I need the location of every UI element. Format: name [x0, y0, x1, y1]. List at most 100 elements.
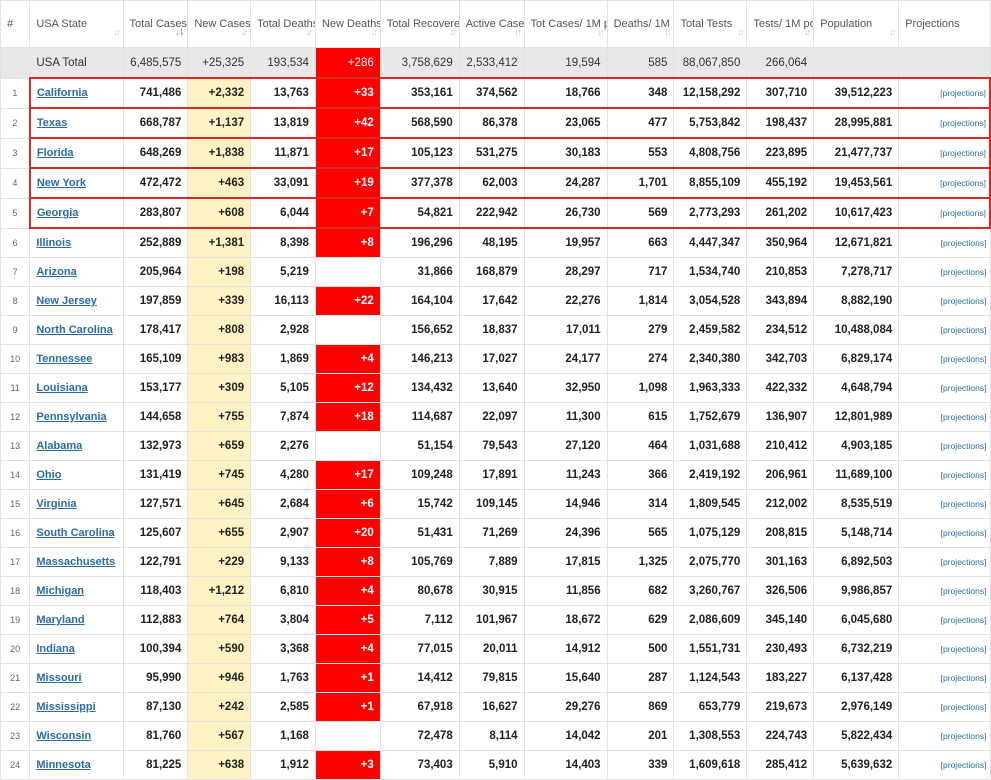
column-header-total-deaths[interactable]: Total Deaths ↓↑: [250, 0, 316, 48]
projections-link[interactable]: [projections]: [941, 557, 987, 567]
new-deaths-cell: +22: [314, 286, 381, 316]
projections-link[interactable]: [projections]: [940, 178, 986, 188]
column-header-state[interactable]: USA State ↓↑: [29, 0, 124, 48]
tests-per-1m-cell: 455,192: [746, 167, 815, 199]
projections-link[interactable]: [projections]: [941, 354, 987, 364]
column-header-total-tests[interactable]: Total Tests ↓↑: [673, 0, 748, 48]
state-link[interactable]: Tennessee: [36, 353, 92, 365]
state-link[interactable]: New York: [37, 177, 86, 189]
table-row: 9 North Carolina 178,417 +808 2,928 156,652 18…: [0, 315, 991, 345]
projections-link[interactable]: [projections]: [940, 148, 986, 158]
state-link[interactable]: Michigan: [36, 585, 84, 597]
state-link[interactable]: Indiana: [36, 643, 75, 655]
state-link[interactable]: Texas: [37, 117, 67, 129]
state-link[interactable]: Massachusetts: [36, 556, 115, 568]
state-link[interactable]: Alabama: [36, 440, 82, 452]
state-link[interactable]: Wisconsin: [36, 730, 91, 742]
column-header-new-cases[interactable]: New Cases ↓↑: [187, 0, 252, 48]
column-header-total-recovered[interactable]: Total Recovered ↓↑: [379, 0, 460, 48]
projections-link[interactable]: [projections]: [941, 470, 987, 480]
state-link[interactable]: Florida: [37, 147, 74, 159]
projections-link[interactable]: [projections]: [941, 238, 987, 248]
projections-link[interactable]: [projections]: [941, 615, 987, 625]
active-cases-cell: 79,815: [458, 663, 525, 693]
sort-icon[interactable]: ↓↑: [664, 25, 671, 39]
state-link[interactable]: Virginia: [36, 498, 76, 510]
column-header-active-cases[interactable]: Active Cases ↓↑: [458, 0, 525, 48]
active-cases-cell: 8,114: [458, 721, 525, 751]
projections-link[interactable]: [projections]: [941, 644, 987, 654]
column-header-cases-1m[interactable]: Tot Cases/ 1M pop↓↑: [523, 0, 608, 48]
projections-link[interactable]: [projections]: [941, 586, 987, 596]
projections-link[interactable]: [projections]: [941, 296, 987, 306]
state-link[interactable]: Mississippi: [36, 701, 95, 713]
column-header-population[interactable]: Population ↓↑: [813, 0, 900, 48]
sort-icon[interactable]: ↓↑: [515, 25, 522, 39]
projections-link[interactable]: [projections]: [941, 499, 987, 509]
new-cases-cell: +1,838: [187, 137, 252, 169]
tests-per-1m-cell: 345,140: [746, 605, 815, 635]
total-deaths-cell: 3,804: [250, 605, 316, 635]
sort-icon[interactable]: ↓↑: [598, 25, 605, 39]
state-link[interactable]: California: [37, 87, 88, 99]
sort-icon[interactable]: ↓↑: [114, 25, 121, 39]
projections-link[interactable]: [projections]: [941, 702, 987, 712]
state-link[interactable]: Pennsylvania: [36, 411, 106, 423]
projections-link[interactable]: [projections]: [941, 267, 987, 277]
total-tests-cell: 5,753,842: [673, 107, 748, 139]
state-link[interactable]: Louisiana: [36, 382, 87, 394]
deaths-per-1m-cell: 717: [606, 257, 675, 287]
sort-descending-icon[interactable]: ↓⇂: [175, 25, 185, 39]
projections-cell: [projections]: [898, 489, 991, 519]
active-cases-cell: 222,942: [458, 197, 525, 229]
projections-link[interactable]: [projections]: [941, 325, 987, 335]
projections-link[interactable]: [projections]: [941, 731, 987, 741]
projections-link[interactable]: [projections]: [941, 412, 987, 422]
state-link[interactable]: Ohio: [36, 469, 61, 481]
state-link[interactable]: South Carolina: [36, 527, 114, 539]
cases-per-1m-cell: 15,640: [523, 663, 608, 693]
total-recovered-cell: 7,112: [379, 605, 460, 635]
projections-link[interactable]: [projections]: [941, 673, 987, 683]
projections-link[interactable]: [projections]: [941, 760, 987, 770]
projections-link[interactable]: [projections]: [941, 528, 987, 538]
sort-icon[interactable]: ↓↑: [804, 25, 811, 39]
column-header-new-deaths[interactable]: New Deaths ↓↑: [314, 0, 381, 48]
sort-icon[interactable]: ↓↑: [371, 25, 378, 39]
state-link[interactable]: Illinois: [36, 237, 71, 249]
column-header-tests-1m[interactable]: Tests/ 1M pop↓↑: [746, 0, 815, 48]
new-cases-cell: +567: [187, 721, 252, 751]
state-link[interactable]: Maryland: [36, 614, 84, 626]
table-row: 15 Virginia 127,571 +645 2,684 +6 15,742 109,14…: [0, 489, 991, 519]
state-link[interactable]: Minnesota: [36, 759, 90, 771]
state-link[interactable]: North Carolina: [36, 324, 112, 336]
total-tests-cell: 1,752,679: [673, 402, 748, 432]
sort-icon[interactable]: ↓↑: [889, 25, 896, 39]
projections-link[interactable]: [projections]: [940, 208, 986, 218]
projections-link[interactable]: [projections]: [941, 441, 987, 451]
column-header-projections[interactable]: Projections: [898, 0, 991, 48]
column-header-deaths-1m[interactable]: Deaths/ 1M pop↓↑: [606, 0, 675, 48]
projections-link[interactable]: [projections]: [940, 88, 986, 98]
state-link[interactable]: New Jersey: [36, 295, 97, 307]
state-link[interactable]: Arizona: [36, 266, 76, 278]
state-link[interactable]: Missouri: [36, 672, 81, 684]
total-cases-cell: 252,889: [122, 227, 189, 258]
sort-icon[interactable]: ↓↑: [450, 25, 457, 39]
sort-icon[interactable]: ↓↑: [306, 25, 313, 39]
sort-icon[interactable]: ↓↑: [241, 25, 248, 39]
sort-icon[interactable]: ↓↑: [737, 25, 744, 39]
state-link[interactable]: Georgia: [37, 207, 79, 219]
population-cell: 19,453,561: [813, 167, 900, 199]
state-cell: Louisiana: [29, 373, 124, 403]
new-cases-cell: +608: [187, 197, 252, 229]
cases-per-1m-cell: 29,276: [523, 692, 608, 722]
column-header-total-cases[interactable]: Total Cases ↓⇂: [122, 0, 189, 48]
row-number: 2: [0, 107, 31, 139]
projections-cell: [projections]: [898, 107, 991, 139]
state-cell: Tennessee: [29, 344, 124, 374]
projections-link[interactable]: [projections]: [941, 383, 987, 393]
projections-link[interactable]: [projections]: [940, 118, 986, 128]
total-recovered-cell: 568,590: [379, 107, 460, 139]
projections-cell: [projections]: [898, 257, 991, 287]
